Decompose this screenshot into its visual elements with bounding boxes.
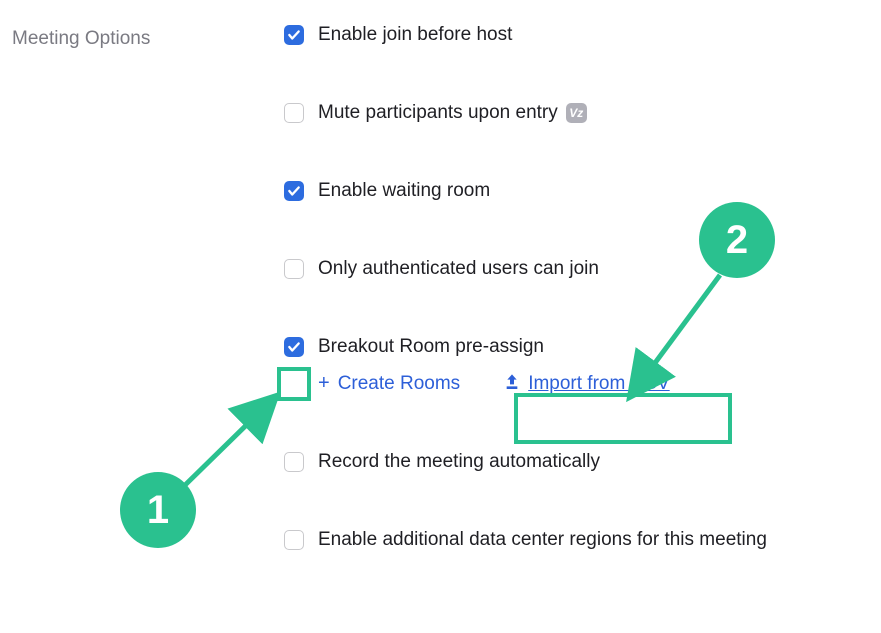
option-data-center-regions[interactable]: Enable additional data center regions fo…	[284, 529, 869, 551]
section-title: Meeting Options	[12, 28, 284, 50]
checkbox-icon	[284, 337, 304, 357]
option-label: Enable additional data center regions fo…	[318, 529, 767, 551]
option-only-authenticated[interactable]: Only authenticated users can join	[284, 258, 869, 280]
checkbox-icon	[284, 181, 304, 201]
checkbox-icon	[284, 103, 304, 123]
create-rooms-label: Create Rooms	[338, 373, 461, 395]
option-label: Enable join before host	[318, 24, 512, 46]
option-label: Mute participants upon entry	[318, 102, 558, 124]
option-enable-waiting-room[interactable]: Enable waiting room	[284, 180, 869, 202]
option-label: Breakout Room pre-assign	[318, 336, 544, 358]
option-breakout-preassign[interactable]: Breakout Room pre-assign	[284, 336, 869, 358]
option-label: Only authenticated users can join	[318, 258, 599, 280]
option-mute-on-entry[interactable]: Mute participants upon entry Vz	[284, 102, 869, 124]
import-csv-label: Import from CSV	[528, 373, 669, 395]
upload-icon	[504, 373, 520, 395]
option-label: Enable waiting room	[318, 180, 490, 202]
plus-icon: +	[318, 372, 330, 395]
checkbox-icon	[284, 452, 304, 472]
checkbox-icon	[284, 259, 304, 279]
option-enable-join-before-host[interactable]: Enable join before host	[284, 24, 869, 46]
option-label: Record the meeting automatically	[318, 451, 600, 473]
checkbox-icon	[284, 530, 304, 550]
option-record-auto[interactable]: Record the meeting automatically	[284, 451, 869, 473]
import-csv-link[interactable]: Import from CSV	[504, 373, 669, 395]
create-rooms-link[interactable]: + Create Rooms	[318, 372, 460, 395]
checkbox-icon	[284, 25, 304, 45]
breakout-sub-actions: + Create Rooms Import from CSV	[318, 372, 869, 395]
vz-badge-icon: Vz	[566, 103, 587, 123]
